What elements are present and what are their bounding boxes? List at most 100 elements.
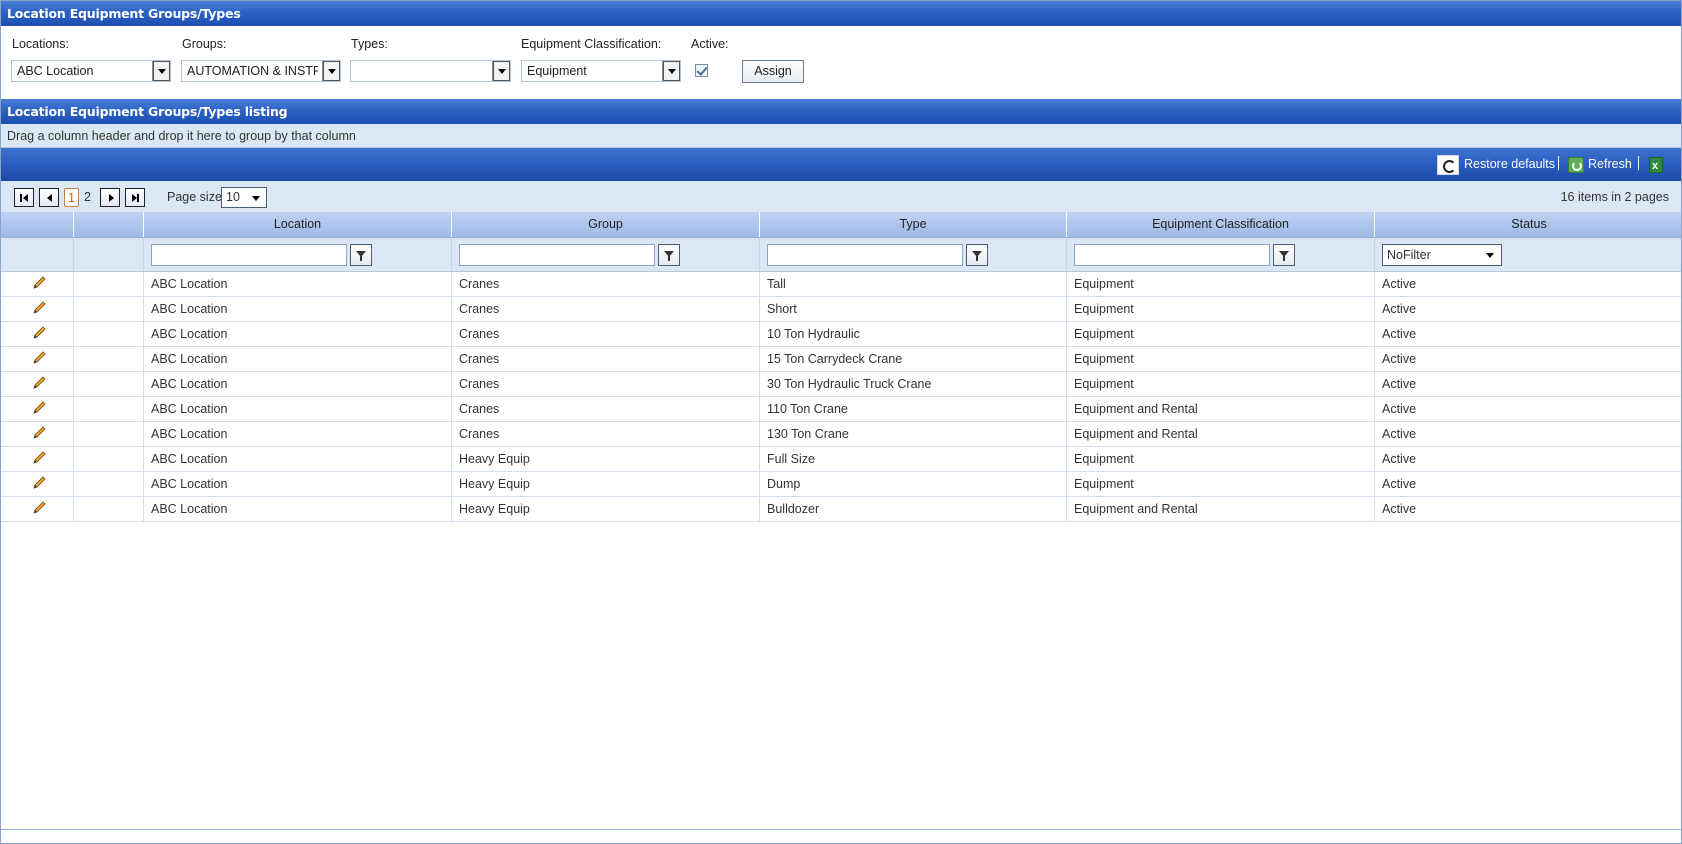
pencil-icon[interactable] xyxy=(31,450,47,466)
cell-classification: Equipment xyxy=(1066,447,1374,471)
cell-group: Cranes xyxy=(451,322,759,346)
classification-value: Equipment xyxy=(527,64,587,78)
filter-row: NoFilter xyxy=(1,238,1681,272)
prev-page-button[interactable] xyxy=(39,188,59,207)
delete-column-header xyxy=(73,212,143,237)
pencil-icon[interactable] xyxy=(31,500,47,516)
column-header-classification[interactable]: Equipment Classification xyxy=(1066,212,1374,237)
cell-status: Active xyxy=(1374,372,1682,396)
restore-defaults-label: Restore defaults xyxy=(1464,157,1556,171)
cell-location: ABC Location xyxy=(143,472,451,496)
excel-icon xyxy=(1649,156,1663,176)
table-row: ✕ ABC Location Cranes 130 Ton Crane Equi… xyxy=(1,422,1681,447)
pencil-icon[interactable] xyxy=(31,425,47,441)
cell-classification: Equipment xyxy=(1066,272,1374,296)
groups-value: AUTOMATION & INSTRU xyxy=(187,64,318,78)
column-header-status[interactable]: Status xyxy=(1374,212,1682,237)
cell-type: Dump xyxy=(759,472,1066,496)
classification-dropdown[interactable]: Equipment xyxy=(521,60,681,82)
first-page-button[interactable] xyxy=(14,188,34,207)
pencil-icon[interactable] xyxy=(31,400,47,416)
page-link-1[interactable]: 1 xyxy=(64,188,79,207)
groups-label: Groups: xyxy=(182,37,227,51)
group-by-panel[interactable]: Drag a column header and drop it here to… xyxy=(1,124,1681,148)
column-header-location[interactable]: Location xyxy=(143,212,451,237)
cell-group: Cranes xyxy=(451,397,759,421)
cell-status: Active xyxy=(1374,422,1682,446)
type-filter-input[interactable] xyxy=(767,244,963,266)
filter-icon[interactable] xyxy=(658,244,680,266)
group-filter-input[interactable] xyxy=(459,244,655,266)
cell-location: ABC Location xyxy=(143,322,451,346)
locations-value: ABC Location xyxy=(17,64,94,78)
page-size-select[interactable]: 10 xyxy=(221,187,267,208)
page-size-label: Page size: xyxy=(167,190,226,204)
groups-dropdown[interactable]: AUTOMATION & INSTRU xyxy=(181,60,341,82)
cell-group: Cranes xyxy=(451,422,759,446)
cell-classification: Equipment xyxy=(1066,347,1374,371)
page: Location Equipment Groups/Types Location… xyxy=(0,0,1682,844)
pencil-icon[interactable] xyxy=(31,325,47,341)
cell-location: ABC Location xyxy=(143,422,451,446)
grid-body: ✕ ABC Location Cranes Tall Equipment Act… xyxy=(1,272,1681,522)
command-bar: Restore defaults Refresh xyxy=(1,148,1681,181)
chevron-down-icon[interactable] xyxy=(152,61,170,81)
cell-type: 130 Ton Crane xyxy=(759,422,1066,446)
command-separator xyxy=(1558,156,1559,170)
pencil-icon[interactable] xyxy=(31,300,47,316)
table-row: ✕ ABC Location Cranes 15 Ton Carrydeck C… xyxy=(1,347,1681,372)
pencil-icon[interactable] xyxy=(31,475,47,491)
command-separator xyxy=(1638,156,1639,170)
restore-defaults-button[interactable]: Restore defaults xyxy=(1437,154,1556,175)
active-checkbox[interactable] xyxy=(695,64,708,77)
column-header-group[interactable]: Group xyxy=(451,212,759,237)
first-page-icon xyxy=(20,194,22,202)
page-link-2[interactable]: 2 xyxy=(84,188,91,207)
locations-dropdown[interactable]: ABC Location xyxy=(11,60,171,82)
next-page-icon xyxy=(109,194,114,202)
cell-group: Cranes xyxy=(451,347,759,371)
location-filter-input[interactable] xyxy=(151,244,347,266)
cell-group: Cranes xyxy=(451,297,759,321)
cell-location: ABC Location xyxy=(143,447,451,471)
types-dropdown[interactable] xyxy=(350,60,511,82)
cell-group: Heavy Equip xyxy=(451,472,759,496)
table-row: ✕ ABC Location Heavy Equip Bulldozer Equ… xyxy=(1,497,1681,522)
last-page-button[interactable] xyxy=(125,188,145,207)
pencil-icon[interactable] xyxy=(31,275,47,291)
cell-status: Active xyxy=(1374,347,1682,371)
column-header-type[interactable]: Type xyxy=(759,212,1066,237)
status-filter-select[interactable]: NoFilter xyxy=(1382,244,1502,266)
edit-column-header xyxy=(1,212,73,237)
refresh-button[interactable]: Refresh xyxy=(1568,154,1632,174)
cell-status: Active xyxy=(1374,472,1682,496)
table-row: ✕ ABC Location Cranes 30 Ton Hydraulic T… xyxy=(1,372,1681,397)
prev-page-icon xyxy=(47,194,52,202)
filter-icon[interactable] xyxy=(1273,244,1295,266)
cell-type: Full Size xyxy=(759,447,1066,471)
pencil-icon[interactable] xyxy=(31,375,47,391)
pencil-icon[interactable] xyxy=(31,350,47,366)
table-row: ✕ ABC Location Cranes 10 Ton Hydraulic E… xyxy=(1,322,1681,347)
classification-filter-input[interactable] xyxy=(1074,244,1270,266)
cell-type: 15 Ton Carrydeck Crane xyxy=(759,347,1066,371)
chevron-down-icon[interactable] xyxy=(662,61,680,81)
cell-location: ABC Location xyxy=(143,347,451,371)
cell-status: Active xyxy=(1374,447,1682,471)
cell-type: Bulldozer xyxy=(759,497,1066,521)
export-excel-button[interactable] xyxy=(1649,154,1663,176)
chevron-down-icon[interactable] xyxy=(322,61,340,81)
next-page-button[interactable] xyxy=(100,188,120,207)
active-label: Active: xyxy=(691,37,729,51)
cell-type: Short xyxy=(759,297,1066,321)
cell-type: 110 Ton Crane xyxy=(759,397,1066,421)
locations-label: Locations: xyxy=(12,37,69,51)
cell-classification: Equipment and Rental xyxy=(1066,422,1374,446)
assign-button[interactable]: Assign xyxy=(742,60,804,83)
classification-label: Equipment Classification: xyxy=(521,37,662,51)
filter-icon[interactable] xyxy=(350,244,372,266)
restore-icon xyxy=(1437,154,1459,175)
filter-icon[interactable] xyxy=(966,244,988,266)
cell-classification: Equipment xyxy=(1066,372,1374,396)
chevron-down-icon[interactable] xyxy=(492,61,510,81)
